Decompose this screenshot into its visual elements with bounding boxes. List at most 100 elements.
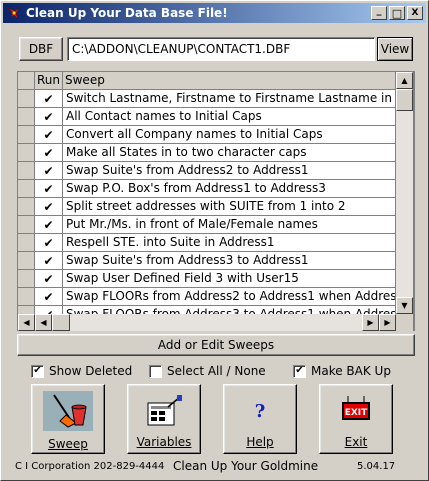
- vertical-scroll-thumb[interactable]: [396, 89, 413, 111]
- run-checkbox[interactable]: ✔: [35, 234, 63, 252]
- sweep-cell[interactable]: All Contact names to Initial Caps: [63, 108, 396, 126]
- exit-button-label: Exit: [344, 435, 368, 449]
- sweep-cell[interactable]: Switch Lastname, Firstname to Firstname …: [63, 90, 396, 108]
- scroll-down-button[interactable]: ▼: [396, 297, 413, 314]
- title-bar[interactable]: Clean Up Your Data Base File! _ □ X: [3, 3, 426, 23]
- sweep-cell[interactable]: Swap Suite's from Address2 to Address1: [63, 162, 396, 180]
- exit-sign-icon: EXIT: [334, 393, 378, 429]
- help-button-label: Help: [246, 435, 274, 449]
- run-checkbox[interactable]: ✔: [35, 90, 63, 108]
- show-deleted-check-icon: ✔: [31, 364, 44, 378]
- help-button[interactable]: ? Help: [223, 384, 297, 454]
- scroll-left-page-button[interactable]: ◀: [35, 314, 52, 331]
- row-selector[interactable]: [18, 270, 35, 288]
- close-button[interactable]: X: [407, 6, 423, 20]
- sweep-cell[interactable]: Swap User Defined Field 3 with User15: [63, 270, 396, 288]
- run-checkbox[interactable]: ✔: [35, 216, 63, 234]
- dbf-button[interactable]: DBF: [19, 37, 63, 61]
- check-icon: ✔: [43, 271, 54, 286]
- sweep-cell[interactable]: Respell STE. into Suite in Address1: [63, 234, 396, 252]
- row-selector[interactable]: [18, 90, 35, 108]
- run-checkbox[interactable]: ✔: [35, 144, 63, 162]
- arrow-right-icon: ▶: [384, 318, 391, 327]
- main-window: Clean Up Your Data Base File! _ □ X DBF …: [0, 0, 429, 481]
- minimize-icon: _: [376, 5, 382, 16]
- row-selector[interactable]: [18, 162, 35, 180]
- table-row[interactable]: ✔Swap FLOORs from Address3 to Address1 w…: [18, 306, 396, 314]
- question-icon: ?: [254, 400, 266, 422]
- run-checkbox[interactable]: ✔: [35, 270, 63, 288]
- table-row[interactable]: ✔ Put Mr./Ms. in front of Male/Female nam…: [18, 216, 396, 234]
- column-header-sweep[interactable]: Sweep: [63, 72, 396, 90]
- sweep-button[interactable]: Sweep: [31, 384, 105, 454]
- sweep-cell[interactable]: Convert all Company names to Initial Cap…: [63, 126, 396, 144]
- footer-version: 5.04.17: [357, 461, 396, 472]
- check-icon: ✔: [43, 91, 54, 106]
- table-row[interactable]: ✔ All Contact names to Initial Caps: [18, 108, 396, 126]
- run-checkbox[interactable]: ✔: [35, 180, 63, 198]
- row-selector[interactable]: [18, 198, 35, 216]
- row-selector[interactable]: [18, 234, 35, 252]
- sweep-cell[interactable]: Swap Suite's from Address3 to Address1: [63, 252, 396, 270]
- table-row[interactable]: ✔ Swap P.O. Box's from Address1 to Addres…: [18, 180, 396, 198]
- variables-button[interactable]: Variables: [127, 384, 201, 454]
- make-bak-label: Make BAK Up: [311, 364, 391, 378]
- view-button[interactable]: View: [377, 37, 413, 61]
- run-checkbox[interactable]: ✔: [35, 108, 63, 126]
- check-icon: ✔: [43, 289, 54, 304]
- footer-product: Clean Up Your Goldmine: [173, 459, 319, 473]
- table-row[interactable]: ✔ Swap Suite's from Address2 to Address1: [18, 162, 396, 180]
- table-row[interactable]: ✔ Swap Suite's from Address3 to Address1: [18, 252, 396, 270]
- sweep-cell[interactable]: Put Mr./Ms. in front of Male/Female name…: [63, 216, 396, 234]
- maximize-button[interactable]: □: [389, 6, 405, 20]
- row-selector[interactable]: [18, 144, 35, 162]
- minimize-button[interactable]: _: [371, 6, 387, 20]
- column-header-run[interactable]: Run: [35, 72, 63, 90]
- scroll-left-button[interactable]: ◀: [18, 314, 35, 331]
- check-icon: ✔: [43, 181, 54, 196]
- dbf-button-label: DBF: [28, 42, 54, 56]
- sweep-cell[interactable]: Swap FLOORs from Address3 to Address1 wh…: [63, 306, 396, 314]
- check-icon: ✔: [43, 199, 54, 214]
- table-row[interactable]: ✔ Swap FLOORs from Address2 to Address1 w…: [18, 288, 396, 306]
- scroll-up-button[interactable]: ▲: [396, 72, 413, 89]
- row-selector[interactable]: [18, 288, 35, 306]
- row-selector[interactable]: [18, 306, 35, 314]
- make-bak-checkbox[interactable]: ✔ Make BAK Up: [293, 364, 391, 378]
- run-checkbox[interactable]: ✔: [35, 162, 63, 180]
- sweep-cell[interactable]: Make all States in to two character caps: [63, 144, 396, 162]
- sweep-cell[interactable]: Split street addresses with SUITE from 1…: [63, 198, 396, 216]
- check-icon: ✔: [43, 253, 54, 268]
- table-row[interactable]: ✔ Switch Lastname, Firstname to Firstname…: [18, 90, 396, 108]
- scroll-right-button[interactable]: ▶: [379, 314, 396, 331]
- run-checkbox[interactable]: ✔: [35, 252, 63, 270]
- row-selector[interactable]: [18, 216, 35, 234]
- table-row[interactable]: ✔ Split street addresses with SUITE from …: [18, 198, 396, 216]
- run-checkbox[interactable]: ✔: [35, 288, 63, 306]
- table-row[interactable]: ✔ Respell STE. into Suite in Address1: [18, 234, 396, 252]
- row-selector[interactable]: [18, 126, 35, 144]
- file-path-field[interactable]: C:\ADDON\CLEANUP\CONTACT1.DBF: [67, 37, 375, 61]
- horizontal-scrollbar[interactable]: ◀ ◀ ▶ ▶: [18, 314, 396, 331]
- select-all-checkbox[interactable]: Select All / None: [149, 364, 266, 378]
- row-selector[interactable]: [18, 252, 35, 270]
- add-edit-sweeps-button[interactable]: Add or Edit Sweeps: [17, 334, 415, 356]
- row-selector[interactable]: [18, 108, 35, 126]
- sweep-grid-body: Run Sweep ✔ Switch Lastname, Firstname to…: [18, 72, 396, 314]
- sweep-cell[interactable]: Swap FLOORs from Address2 to Address1 wh…: [63, 288, 396, 306]
- table-row[interactable]: ✔ Convert all Company names to Initial Ca…: [18, 126, 396, 144]
- vertical-scrollbar[interactable]: ▲ ▼: [396, 72, 413, 314]
- show-deleted-checkbox[interactable]: ✔ Show Deleted: [31, 364, 132, 378]
- table-row[interactable]: ✔ Make all States in to two character cap…: [18, 144, 396, 162]
- exit-button[interactable]: EXIT Exit: [319, 384, 393, 454]
- scroll-right-page-button[interactable]: ▶: [362, 314, 379, 331]
- sweep-cell[interactable]: Swap P.O. Box's from Address1 to Address…: [63, 180, 396, 198]
- arrow-down-icon: ▼: [401, 301, 408, 310]
- select-all-check-icon: [149, 364, 162, 378]
- run-checkbox[interactable]: ✔: [35, 198, 63, 216]
- run-checkbox[interactable]: ✔: [35, 126, 63, 144]
- table-row[interactable]: ✔ Swap User Defined Field 3 with User15: [18, 270, 396, 288]
- row-selector[interactable]: [18, 180, 35, 198]
- run-checkbox[interactable]: ✔: [35, 306, 63, 314]
- horizontal-scroll-thumb[interactable]: [52, 314, 70, 331]
